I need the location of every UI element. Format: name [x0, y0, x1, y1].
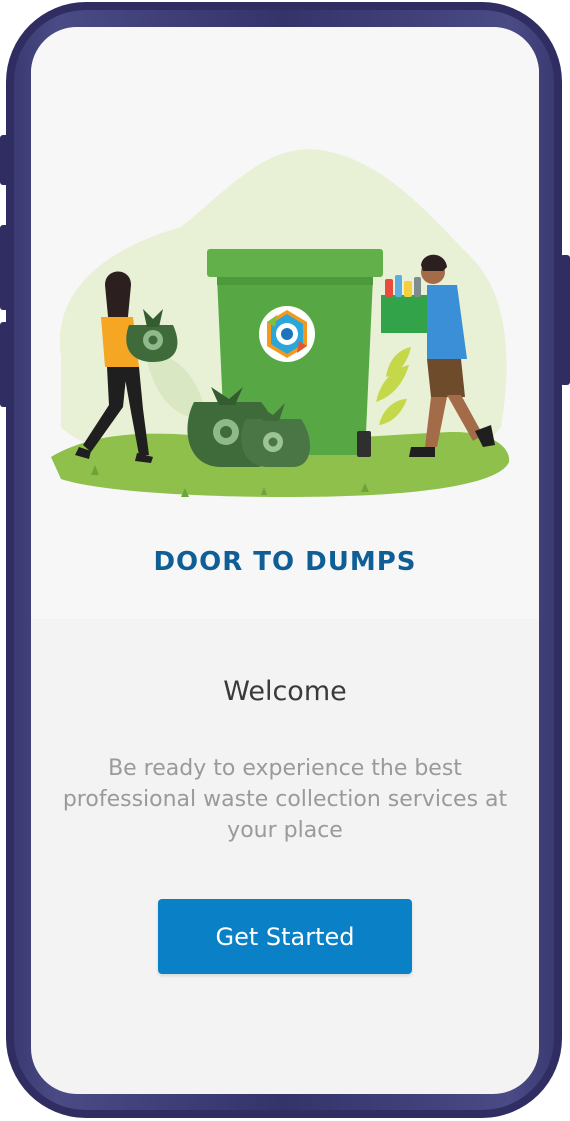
recyclables-box: [381, 275, 427, 333]
door-to-dumps-logo-icon: [259, 306, 315, 362]
get-started-button[interactable]: Get Started: [158, 899, 412, 974]
recycle-icon: [143, 330, 163, 350]
waste-collection-illustration: [51, 149, 510, 497]
welcome-heading: Welcome: [223, 676, 347, 707]
phone-side-button-top: [0, 135, 10, 185]
welcome-description: Be ready to experience the best professi…: [62, 756, 508, 843]
phone-power-button: [560, 255, 570, 385]
brand-title: DOOR TO DUMPS: [153, 547, 417, 577]
app-screen: DOOR TO DUMPS Welcome Be ready to experi…: [31, 27, 539, 1094]
phone-volume-down-button: [0, 322, 10, 407]
phone-mockup: DOOR TO DUMPS Welcome Be ready to experi…: [0, 0, 570, 1121]
phone-volume-up-button: [0, 225, 10, 310]
recycle-icon: [213, 419, 239, 445]
recycle-icon: [263, 432, 283, 452]
